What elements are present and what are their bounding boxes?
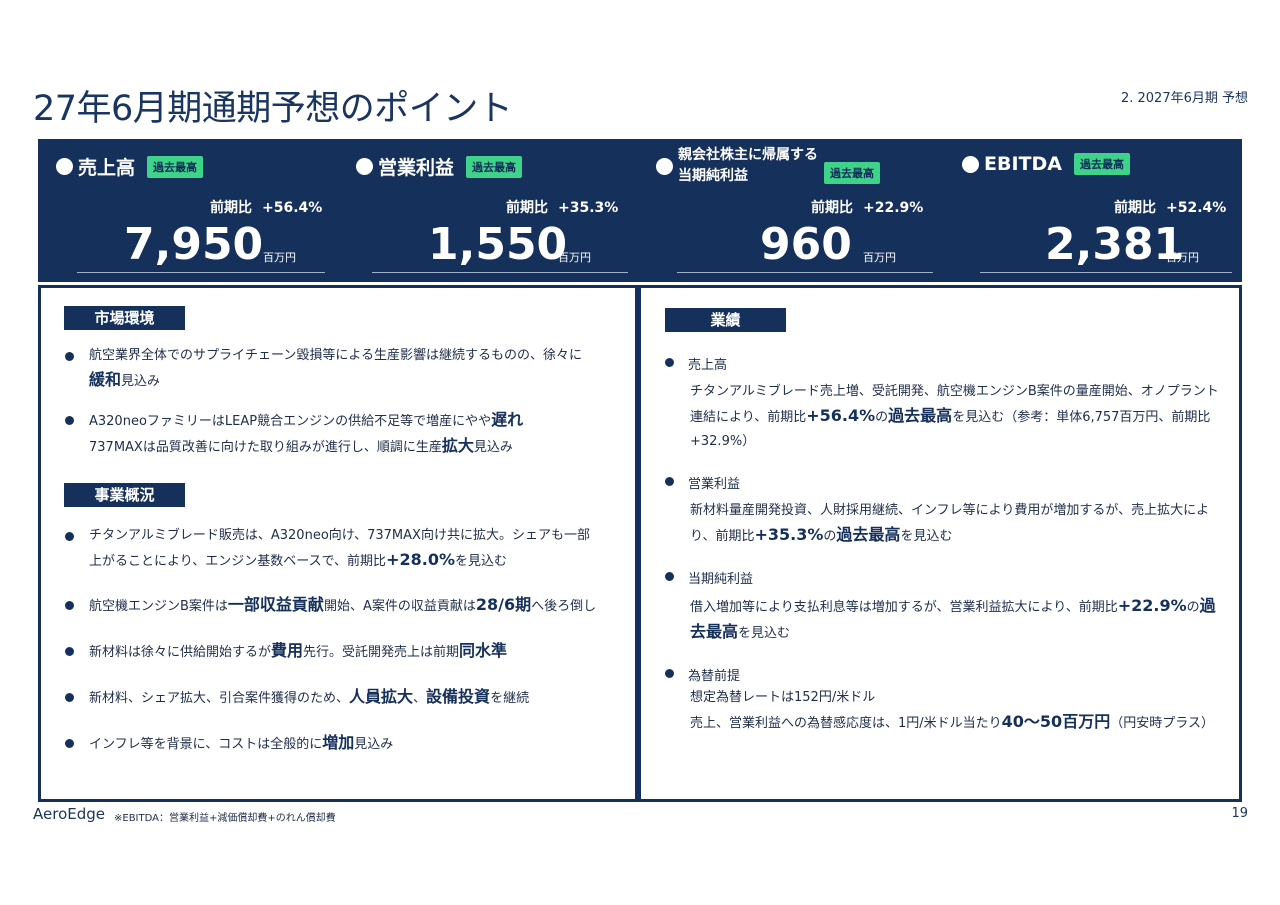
kpi-value: 7,950 — [124, 219, 264, 270]
record-badge: 過去最高 — [1073, 153, 1130, 175]
results-body: 新材料量産開発投資、人財採用継続、インフレ等により費用が増加するが、売上拡大によ… — [690, 503, 1210, 544]
kpi-unit: 百万円 — [558, 251, 591, 264]
kpi-label: 売上高 — [78, 157, 136, 179]
list-item: 新材料は徐々に供給開始するが費用先行。受託開発売上は前期同水準 — [65, 639, 619, 665]
list-item: チタンアルミブレード販売は、A320neo向け、737MAX向け共に拡大。シェア… — [65, 524, 599, 574]
record-badge: 過去最高 — [466, 155, 523, 178]
brand-logo: AeroEdge — [33, 805, 105, 823]
kpi-rule — [980, 272, 1232, 273]
kpi-value: 960 — [760, 219, 852, 270]
bullet-dot — [656, 157, 673, 175]
page-title: 27年6月期通期予想のポイント — [33, 89, 513, 129]
kpi-net-income: 親会社株主に帰属する 当期純利益 過去最高 前期比 +22.9% 960 百万円 — [638, 139, 942, 282]
kpi-label: 親会社株主に帰属する 当期純利益 — [678, 147, 818, 184]
kpi-unit: 百万円 — [263, 251, 296, 264]
kpi-rule — [677, 272, 933, 273]
kpi-yoy: 前期比 +35.3% — [506, 200, 619, 216]
right-panel: 業績 売上高 チタンアルミブレード売上増、受託開発、航空機エンジンB案件の量産開… — [638, 285, 1242, 802]
list-item: A320neoファミリーはLEAP競合エンジンの供給不足等で増産にやや遅れ 737… — [65, 408, 619, 460]
kpi-unit: 百万円 — [1166, 251, 1199, 264]
list-item: 新材料、シェア拡大、引合案件獲得のため、人員拡大、設備投資を継続 — [65, 685, 619, 711]
record-badge: 過去最高 — [824, 162, 880, 184]
bullet-dot — [962, 155, 979, 173]
results-body: 借入増加等により支払利息等は増加するが、営業利益拡大により、前期比+22.9%の… — [690, 596, 1216, 641]
kpi-operating-income: 営業利益 過去最高 前期比 +35.3% 1,550 百万円 — [338, 139, 638, 282]
bullet-dot — [356, 158, 373, 175]
list-item: 航空業界全体でのサプライチェーン毀損等による生産影響は継続するものの、徐々に 緩和… — [65, 344, 619, 394]
kpi-value: 1,550 — [428, 219, 568, 270]
kpi-yoy: 前期比 +56.4% — [210, 200, 323, 216]
kpi-yoy: 前期比 +52.4% — [1114, 200, 1227, 216]
kpi-sales: 売上高 過去最高 前期比 +56.4% 7,950 百万円 — [38, 139, 338, 282]
kpi-ebitda: EBITDA 過去最高 前期比 +52.4% 2,381 百万円 — [942, 139, 1242, 282]
kpi-band: 売上高 過去最高 前期比 +56.4% 7,950 百万円 営業利益 過去最高 前… — [38, 139, 1242, 282]
results-heading: 売上高 — [664, 354, 727, 373]
left-panel: 市場環境 航空業界全体でのサプライチェーン毀損等による生産影響は継続するものの、… — [38, 285, 638, 802]
list-item: インフレ等を背景に、コストは全般的に増加見込み — [65, 731, 619, 757]
page-number: 19 — [1231, 806, 1248, 821]
kpi-value: 2,381 — [1045, 219, 1185, 270]
record-badge: 過去最高 — [147, 155, 204, 178]
kpi-yoy: 前期比 +22.9% — [811, 200, 924, 216]
results-body: 想定為替レートは152円/米ドル 売上、営業利益への為替感応度は、1円/米ドル当た… — [690, 690, 1214, 731]
kpi-rule — [372, 272, 628, 273]
kpi-label: EBITDA — [984, 153, 1062, 175]
results-heading: 為替前提 — [664, 665, 740, 684]
results-heading: 当期純利益 — [664, 568, 753, 587]
section-tag: 2. 2027年6月期 予想 — [1120, 91, 1248, 106]
results-body: チタンアルミブレード売上増、受託開発、航空機エンジンB案件の量産開始、オノプラン… — [690, 384, 1219, 449]
results-section-title: 業績 — [665, 308, 786, 332]
market-section-title: 市場環境 — [64, 306, 185, 330]
results-heading: 営業利益 — [664, 473, 740, 492]
business-section-title: 事業概況 — [64, 483, 185, 507]
list-item: 航空機エンジンB案件は一部収益貢献開始、A案件の収益貢献は28/6期へ後ろ倒し — [65, 593, 634, 619]
bullet-dot — [56, 158, 73, 175]
kpi-label: 営業利益 — [378, 157, 455, 179]
kpi-unit: 百万円 — [863, 251, 896, 264]
kpi-rule — [77, 272, 325, 273]
footnote: ※EBITDA：営業利益+減価償却費+のれん償却費 — [114, 813, 336, 824]
